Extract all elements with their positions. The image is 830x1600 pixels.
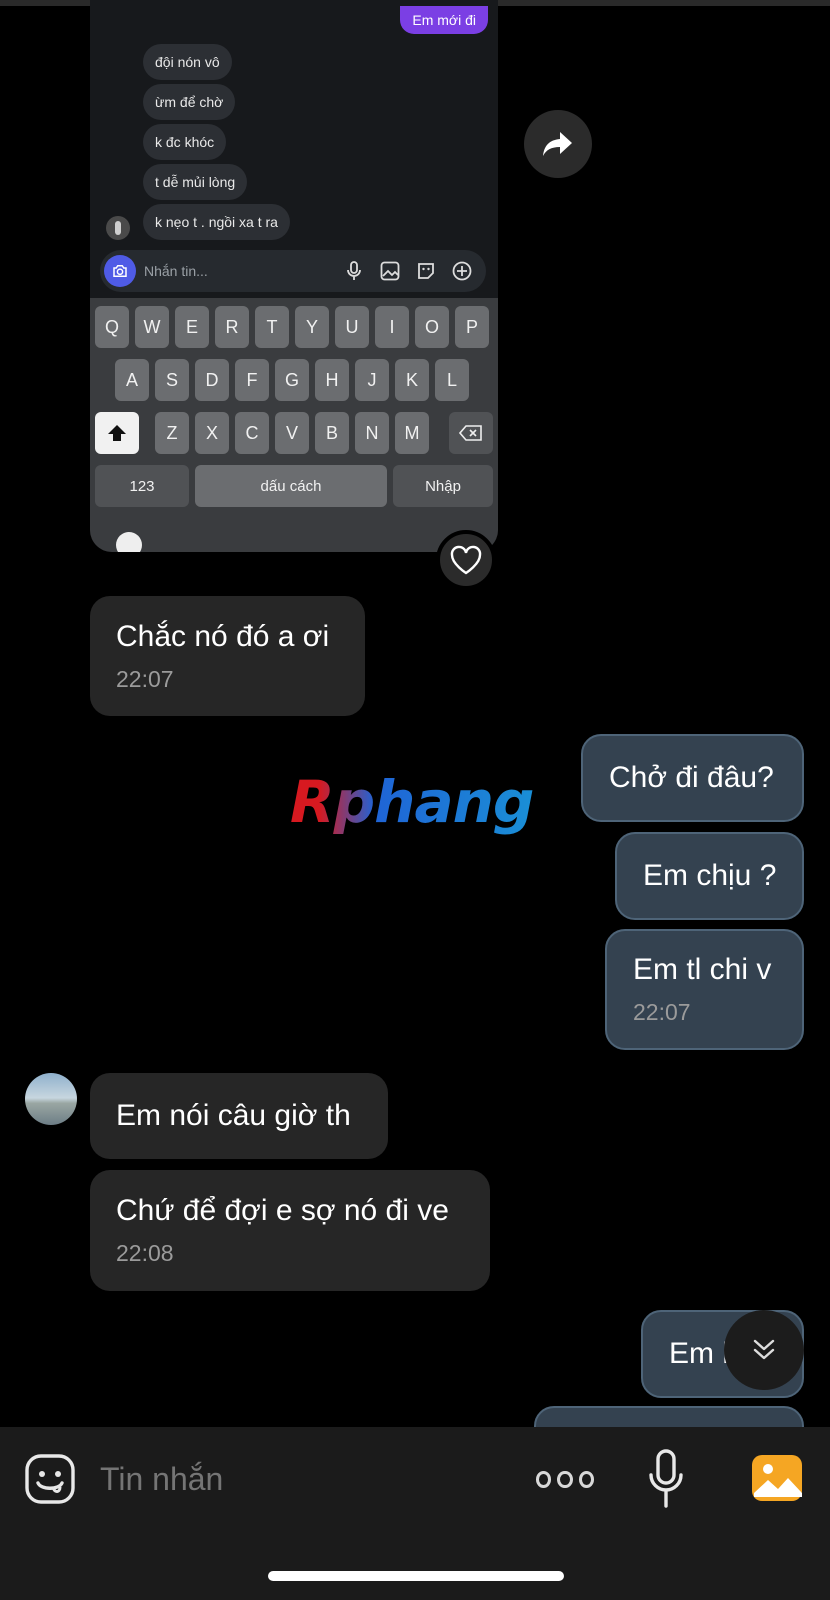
shot-image-icon: [378, 259, 402, 283]
key: Z: [155, 412, 189, 454]
key: M: [395, 412, 429, 454]
watermark-logo: Rphang: [290, 768, 534, 836]
key: U: [335, 306, 369, 348]
forwarded-screenshot[interactable]: Em mới đi đội nón vô ừm để chờ k đc khóc…: [90, 0, 498, 552]
shot-message: ừm để chờ: [143, 84, 236, 120]
key: D: [195, 359, 229, 401]
key: X: [195, 412, 229, 454]
shot-mic-icon: [342, 259, 366, 283]
message-bubble-outgoing[interactable]: Chở đi đâu?: [581, 734, 804, 822]
key: R: [215, 306, 249, 348]
key: H: [315, 359, 349, 401]
shot-input-placeholder: Nhắn tin...: [144, 263, 208, 279]
shot-plus-icon: [450, 259, 474, 283]
message-bubble-outgoing[interactable]: Em tl chi v 22:07: [605, 929, 804, 1050]
microphone-icon[interactable]: [648, 1449, 684, 1509]
key: N: [355, 412, 389, 454]
message-text: Em chịu ?: [643, 859, 777, 892]
message-time: 22:07: [633, 999, 691, 1025]
message-text: Em tl chi v: [633, 953, 772, 986]
key: C: [235, 412, 269, 454]
key: P: [455, 306, 489, 348]
key: G: [275, 359, 309, 401]
shot-sticker-icon: [414, 259, 438, 283]
message-bubble-outgoing[interactable]: Em chịu ?: [615, 832, 804, 920]
key: Y: [295, 306, 329, 348]
heart-icon: [450, 545, 482, 575]
message-bubble-incoming[interactable]: Chứ để đợi e sợ nó đi ve 22:08: [90, 1170, 490, 1291]
key: A: [115, 359, 149, 401]
chevron-double-down-icon: [753, 1339, 775, 1360]
key: V: [275, 412, 309, 454]
shot-message: k đc khóc: [143, 124, 227, 160]
key: I: [375, 306, 409, 348]
message-text: Chở đi đâu?: [609, 761, 774, 794]
key: Q: [95, 306, 129, 348]
key: S: [155, 359, 189, 401]
message-time: 22:07: [116, 666, 174, 692]
message-text: Chứ để đợi e sợ nó đi ve: [116, 1194, 449, 1227]
numbers-key: 123: [95, 465, 189, 507]
message-time: 22:08: [116, 1240, 174, 1266]
key: O: [415, 306, 449, 348]
message-bubble-incoming[interactable]: Em nói câu giờ th: [90, 1073, 388, 1159]
share-button[interactable]: [524, 110, 592, 178]
shift-key-icon: [95, 412, 139, 454]
message-text: Chắc nó đó a ơi: [116, 620, 330, 653]
key: K: [395, 359, 429, 401]
shot-message: t dễ mủi lòng: [143, 164, 248, 200]
message-text: Em nói câu giờ th: [116, 1099, 351, 1132]
share-icon: [543, 132, 572, 156]
home-indicator: [268, 1571, 564, 1581]
emoji-icon[interactable]: [24, 1453, 76, 1505]
shot-keyboard: Q W E R T Y U I O P A S D F G H J K L Z …: [90, 298, 498, 552]
contact-avatar[interactable]: [25, 1073, 77, 1125]
message-bubble-incoming[interactable]: Chắc nó đó a ơi 22:07: [90, 596, 365, 716]
key: B: [315, 412, 349, 454]
image-icon[interactable]: [750, 1453, 804, 1503]
shot-avatar: [106, 216, 130, 240]
enter-key: Nhập: [393, 465, 493, 507]
space-key: dấu cách: [195, 465, 387, 507]
shot-message-input: Nhắn tin...: [100, 250, 486, 292]
key: W: [135, 306, 169, 348]
react-heart-button[interactable]: [436, 530, 496, 590]
key: J: [355, 359, 389, 401]
key: T: [255, 306, 289, 348]
shot-sent-bubble: Em mới đi: [400, 6, 488, 34]
keyboard-emoji-icon: [116, 532, 142, 552]
key: L: [435, 359, 469, 401]
key: E: [175, 306, 209, 348]
key: F: [235, 359, 269, 401]
scroll-to-bottom-button[interactable]: [724, 1310, 804, 1390]
more-dots-icon[interactable]: [536, 1465, 594, 1493]
camera-icon: [104, 255, 136, 287]
shot-message: đội nón vô: [143, 44, 232, 80]
shot-message: k nẹo t . ngồi xa t ra: [143, 204, 290, 240]
backspace-key-icon: [449, 412, 493, 454]
message-input[interactable]: [100, 1453, 500, 1505]
